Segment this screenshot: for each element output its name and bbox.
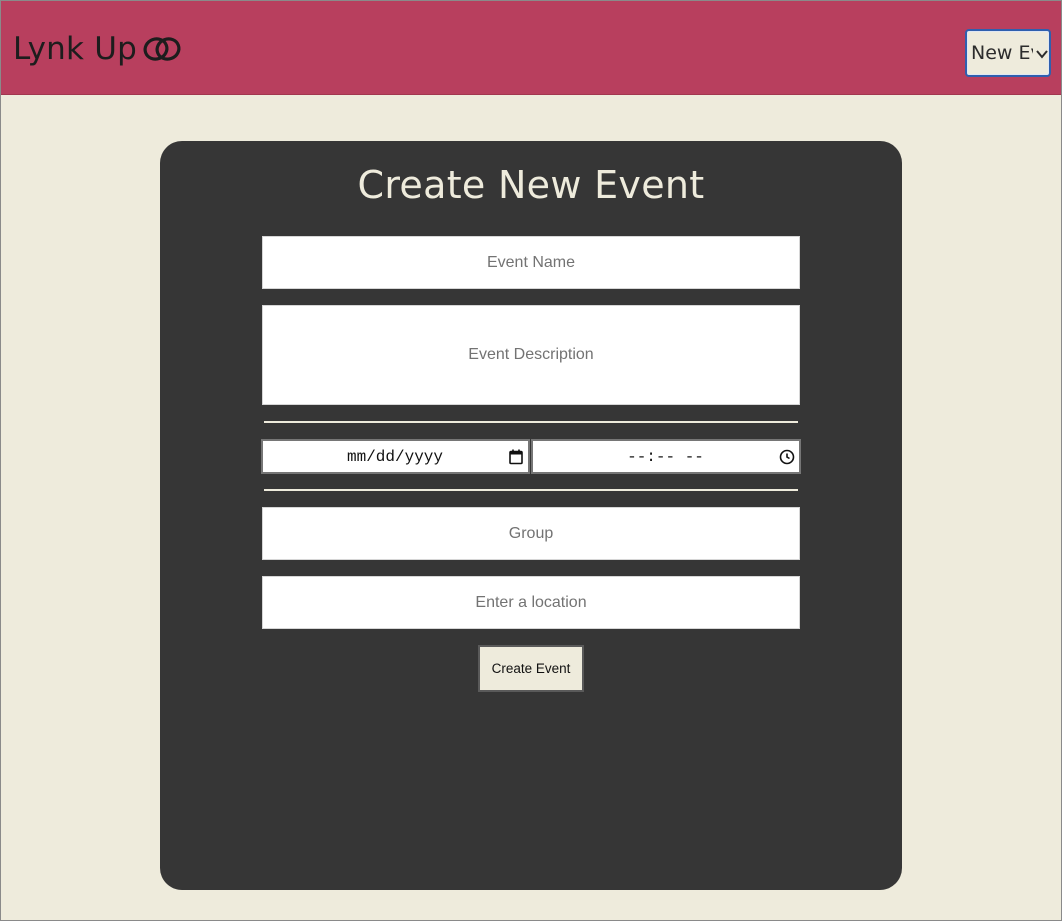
create-event-button-label: Create Event xyxy=(491,661,571,676)
brand-name: Lynk Up xyxy=(13,31,137,67)
date-placeholder: mm/dd/yyyy xyxy=(346,447,443,466)
linked-rings-icon xyxy=(142,34,182,64)
brand-logo[interactable]: Lynk Up xyxy=(13,29,182,69)
group-placeholder: Group xyxy=(508,524,554,542)
location-input[interactable]: Enter a location xyxy=(262,576,800,629)
create-event-card: Create New Event Event Name Event Descri… xyxy=(160,141,902,890)
calendar-icon[interactable] xyxy=(507,448,525,466)
event-description-placeholder: Event Description xyxy=(468,346,594,363)
page-title: Create New Event xyxy=(357,163,705,207)
divider xyxy=(264,489,798,491)
location-placeholder: Enter a location xyxy=(475,593,587,611)
time-placeholder: --:-- -- xyxy=(627,447,704,466)
chevron-down-icon xyxy=(1035,46,1049,60)
event-name-placeholder: Event Name xyxy=(486,253,576,271)
nav-select-value: New Ev xyxy=(971,42,1033,64)
create-event-button[interactable]: Create Event xyxy=(478,645,584,692)
nav-select-dropdown[interactable]: New Ev xyxy=(965,29,1051,77)
time-input[interactable]: --:-- -- xyxy=(531,439,801,474)
date-input[interactable]: mm/dd/yyyy xyxy=(261,439,530,474)
app-header: Lynk Up New Ev xyxy=(1,1,1061,95)
group-input[interactable]: Group xyxy=(262,507,800,560)
clock-icon[interactable] xyxy=(778,448,796,466)
divider xyxy=(264,421,798,423)
event-name-input[interactable]: Event Name xyxy=(262,236,800,289)
event-description-textarea[interactable]: Event Description xyxy=(262,305,800,405)
